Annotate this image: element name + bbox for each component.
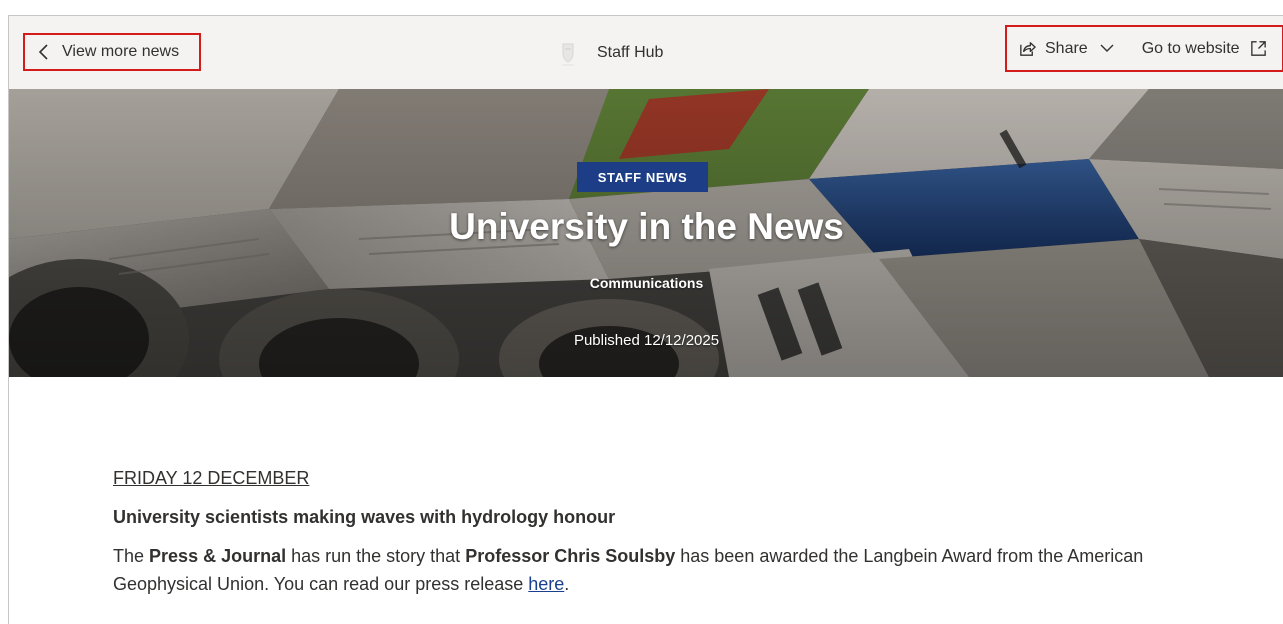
chevron-down-icon: [1100, 44, 1114, 52]
press-release-link[interactable]: here: [528, 574, 564, 594]
hub-title[interactable]: Staff Hub: [553, 36, 663, 70]
external-link-icon: [1250, 41, 1266, 56]
share-label: Share: [1045, 39, 1088, 57]
day-heading: FRIDAY 12 DECEMBER: [113, 468, 310, 488]
story-paragraph: The Press & Journal has run the story th…: [113, 542, 1163, 598]
person-name: Professor Chris Soulsby: [465, 546, 676, 566]
share-button[interactable]: Share: [1018, 39, 1142, 58]
header-actions: Share Go to website: [1005, 25, 1283, 72]
paragraph-text: has run the story that: [286, 546, 466, 566]
university-crest-icon: [562, 43, 574, 66]
news-page: View more news Staff Hub Share Go to web…: [8, 15, 1283, 624]
view-more-news-label: View more news: [62, 43, 180, 60]
story-headline: University scientists making waves with …: [113, 507, 616, 527]
share-icon: [1020, 42, 1036, 56]
chevron-left-icon: [38, 44, 48, 60]
go-to-website-label: Go to website: [1141, 39, 1240, 57]
outlet-name: Press & Journal: [149, 546, 287, 566]
article-body: FRIDAY 12 DECEMBER University scientists…: [113, 468, 1163, 598]
article-author: Communications: [589, 275, 704, 291]
hero-banner: STAFF NEWS University in the News Commun…: [9, 89, 1283, 377]
paragraph-text: The: [113, 546, 150, 566]
page-header: View more news Staff Hub Share Go to web…: [9, 16, 1283, 89]
hub-name: Staff Hub: [597, 44, 664, 61]
paragraph-text: .: [564, 574, 570, 594]
published-date: Published 12/12/2025: [573, 332, 720, 349]
category-tag[interactable]: STAFF NEWS: [577, 162, 708, 192]
article-title: University in the News: [449, 206, 844, 247]
go-to-website-button[interactable]: Go to website: [1142, 39, 1268, 58]
view-more-news-link[interactable]: View more news: [23, 33, 201, 71]
